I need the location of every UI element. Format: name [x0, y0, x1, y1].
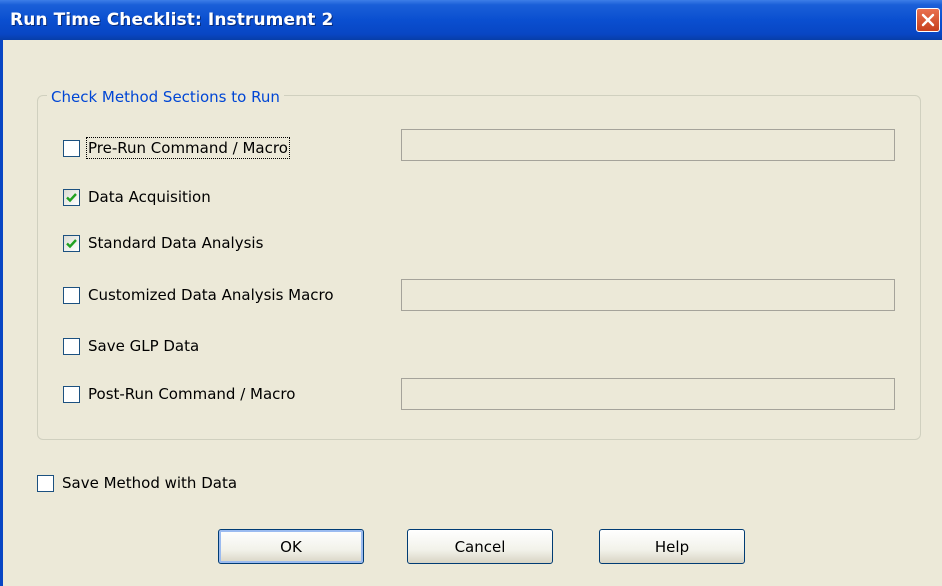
prerun-macro-field[interactable]: [401, 129, 895, 161]
save-method-label: Save Method with Data: [62, 474, 238, 492]
title-bar[interactable]: Run Time Checklist: Instrument 2: [0, 0, 942, 40]
checkmark-icon: [66, 238, 77, 248]
standard-analysis-label: Standard Data Analysis: [88, 234, 264, 252]
checkmark-icon: [66, 192, 77, 202]
custom-analysis-macro-field[interactable]: [401, 279, 895, 311]
standard-analysis-option[interactable]: Standard Data Analysis: [63, 232, 263, 254]
help-button[interactable]: Help: [599, 529, 745, 564]
prerun-option[interactable]: Pre-Run Command / Macro: [63, 137, 290, 159]
postrun-label: Post-Run Command / Macro: [88, 385, 296, 403]
close-button[interactable]: [916, 8, 940, 32]
data-acquisition-checkbox[interactable]: [63, 188, 80, 206]
ok-button[interactable]: OK: [218, 529, 364, 564]
postrun-macro-field[interactable]: [401, 378, 895, 410]
data-acquisition-option[interactable]: Data Acquisition: [63, 186, 211, 208]
save-method-option[interactable]: Save Method with Data: [37, 472, 237, 494]
standard-analysis-checkbox[interactable]: [63, 234, 80, 252]
custom-analysis-option[interactable]: Customized Data Analysis Macro: [63, 284, 334, 306]
prerun-checkbox[interactable]: [63, 139, 80, 157]
save-glp-label: Save GLP Data: [88, 337, 200, 355]
dialog-window: Run Time Checklist: Instrument 2 Check M…: [0, 0, 942, 586]
custom-analysis-checkbox[interactable]: [63, 286, 80, 304]
save-glp-option[interactable]: Save GLP Data: [63, 335, 199, 357]
close-icon: [921, 13, 935, 27]
custom-analysis-label: Customized Data Analysis Macro: [88, 286, 334, 304]
save-glp-checkbox[interactable]: [63, 337, 80, 355]
cancel-button[interactable]: Cancel: [407, 529, 553, 564]
window-frame-left: [0, 40, 3, 586]
groupbox-title: Check Method Sections to Run: [47, 88, 284, 106]
save-method-checkbox[interactable]: [37, 474, 54, 492]
prerun-label: Pre-Run Command / Macro: [86, 137, 290, 159]
data-acquisition-label: Data Acquisition: [88, 188, 211, 206]
window-title: Run Time Checklist: Instrument 2: [10, 10, 334, 30]
postrun-option[interactable]: Post-Run Command / Macro: [63, 383, 295, 405]
postrun-checkbox[interactable]: [63, 385, 80, 403]
